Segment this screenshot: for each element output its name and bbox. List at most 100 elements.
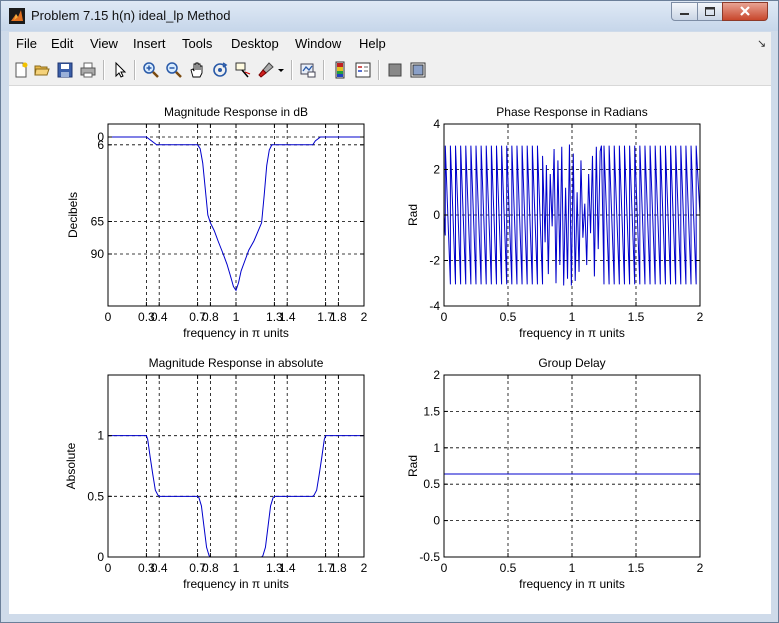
x-tick-label: 2 (361, 561, 368, 575)
chart-title: Group Delay (538, 356, 605, 370)
data-cursor-icon[interactable] (234, 61, 252, 79)
y-tick-label: 1.5 (423, 404, 440, 418)
brush-icon[interactable] (257, 61, 275, 79)
maximize-button[interactable] (697, 2, 723, 21)
y-tick-label: -0.5 (419, 550, 440, 564)
x-tick-label: 0 (441, 310, 448, 324)
chart-title: Magnitude Response in absolute (149, 356, 324, 370)
y-tick-label: 0 (433, 514, 440, 528)
x-tick-label: 0 (105, 561, 112, 575)
menu-tools[interactable]: Tools (182, 36, 212, 51)
colorbar-icon[interactable] (331, 61, 349, 79)
link-plot-icon[interactable] (299, 61, 317, 79)
y-tick-label: -2 (429, 254, 440, 268)
window-title: Problem 7.15 h(n) ideal_lp Method (31, 8, 231, 23)
edit-plot-icon[interactable] (111, 61, 129, 79)
x-tick-label: 1 (233, 561, 240, 575)
x-axis-label: frequency in π units (519, 326, 625, 340)
y-axis-label: Decibels (66, 192, 80, 238)
title-bar[interactable]: Problem 7.15 h(n) ideal_lp Method (1, 1, 778, 31)
toolbar-separator (291, 60, 293, 80)
toolbar-separator (103, 60, 105, 80)
y-tick-label: 90 (91, 247, 105, 261)
y-axis-label: Rad (406, 204, 420, 226)
new-figure-icon[interactable] (12, 61, 30, 79)
y-tick-label: 0.5 (87, 489, 104, 503)
x-axis-label: frequency in π units (183, 326, 289, 340)
figure-plots[interactable]: 0 0.30.4 0.70.8 1 1.31.4 1.71.8 2066590Magnitu… (9, 86, 771, 614)
menu-file[interactable]: File (16, 36, 37, 51)
x-axis-label: frequency in π units (519, 577, 625, 591)
menu-bar: File Edit View Insert Tools Desktop Wind… (9, 32, 771, 55)
legend-icon[interactable] (354, 61, 372, 79)
menu-help[interactable]: Help (359, 36, 386, 51)
y-tick-label: 4 (433, 117, 440, 131)
axes-abs[interactable]: 0 0.30.4 0.70.8 1 1.31.4 1.71.8 200.51Magnitud… (64, 356, 368, 591)
y-tick-label: 2 (433, 163, 440, 177)
pan-icon[interactable] (188, 61, 206, 79)
y-tick-label: 0 (433, 208, 440, 222)
y-axis-label: Rad (406, 455, 420, 477)
x-tick-label: 1 (233, 310, 240, 324)
y-axis-label: Absolute (64, 442, 78, 489)
open-file-icon[interactable] (33, 61, 51, 79)
dock-arrow-icon[interactable]: ↘ (757, 37, 766, 50)
x-tick-label: 1 (569, 561, 576, 575)
x-tick-label: 0 (105, 310, 112, 324)
y-tick-label: 1 (433, 441, 440, 455)
hide-plot-tools-icon[interactable] (386, 61, 404, 79)
axes-phase[interactable]: 0 0.5 1 1.5 2 -4 -2 0 2 4 Phase Response in Radian… (406, 105, 704, 340)
close-button[interactable] (722, 2, 768, 21)
minimize-button[interactable] (671, 2, 698, 21)
rotate-3d-icon[interactable] (211, 61, 229, 79)
x-tick-label: 0.4 (151, 561, 168, 575)
x-tick-label: 0.8 (202, 561, 219, 575)
y-tick-label: 1 (97, 429, 104, 443)
menu-view[interactable]: View (90, 36, 118, 51)
x-tick-label: 1.5 (628, 561, 645, 575)
toolbar-separator (134, 60, 136, 80)
figure-canvas[interactable]: 0 0.3 0.4 0.7 0.8 1 1.3 1.4 1.7 1.8 2 0 6 65 90 Magnitu… (9, 86, 771, 614)
x-tick-label: 0.5 (500, 561, 517, 575)
toolbar-separator (378, 60, 380, 80)
x-tick-label: 1.4 (279, 310, 296, 324)
x-tick-label: 1.8 (330, 310, 347, 324)
x-tick-label: 2 (697, 561, 704, 575)
menu-insert[interactable]: Insert (133, 36, 166, 51)
figure-toolbar (9, 55, 771, 86)
chart-title: Phase Response in Radians (496, 105, 647, 119)
x-tick-label: 2 (361, 310, 368, 324)
y-tick-label: 0.5 (423, 477, 440, 491)
x-tick-label: 2 (697, 310, 704, 324)
y-tick-label: 2 (433, 368, 440, 382)
x-tick-label: 0 (441, 561, 448, 575)
axes-db[interactable]: 0 0.30.4 0.70.8 1 1.31.4 1.71.8 2066590Magnitu… (66, 105, 368, 340)
x-tick-label: 0.8 (202, 310, 219, 324)
show-plot-tools-icon[interactable] (409, 61, 427, 79)
maximize-icon (705, 7, 715, 16)
menu-window[interactable]: Window (295, 36, 341, 51)
y-tick-label: 0 (97, 550, 104, 564)
chevron-down-icon[interactable] (276, 61, 286, 79)
y-tick-label: 65 (91, 215, 105, 229)
print-icon[interactable] (79, 61, 97, 79)
x-tick-label: 0.4 (151, 310, 168, 324)
x-tick-label: 1.8 (330, 561, 347, 575)
minimize-icon (680, 13, 689, 15)
x-tick-label: 1.5 (628, 310, 645, 324)
zoom-out-icon[interactable] (165, 61, 183, 79)
menu-desktop[interactable]: Desktop (231, 36, 279, 51)
matlab-logo-icon (9, 8, 25, 24)
x-tick-label: 0.5 (500, 310, 517, 324)
chart-title: Magnitude Response in dB (164, 105, 308, 119)
save-icon[interactable] (56, 61, 74, 79)
toolbar-separator (323, 60, 325, 80)
close-icon (740, 6, 750, 16)
x-tick-label: 1.4 (279, 561, 296, 575)
y-tick-label: 6 (97, 138, 104, 152)
zoom-in-icon[interactable] (142, 61, 160, 79)
axes-gd[interactable]: 0 0.5 1 1.5 2-0.500.511.52Group Delayfrequen… (406, 356, 704, 591)
menu-edit[interactable]: Edit (51, 36, 73, 51)
y-tick-label: -4 (429, 299, 440, 313)
x-tick-label: 1 (569, 310, 576, 324)
